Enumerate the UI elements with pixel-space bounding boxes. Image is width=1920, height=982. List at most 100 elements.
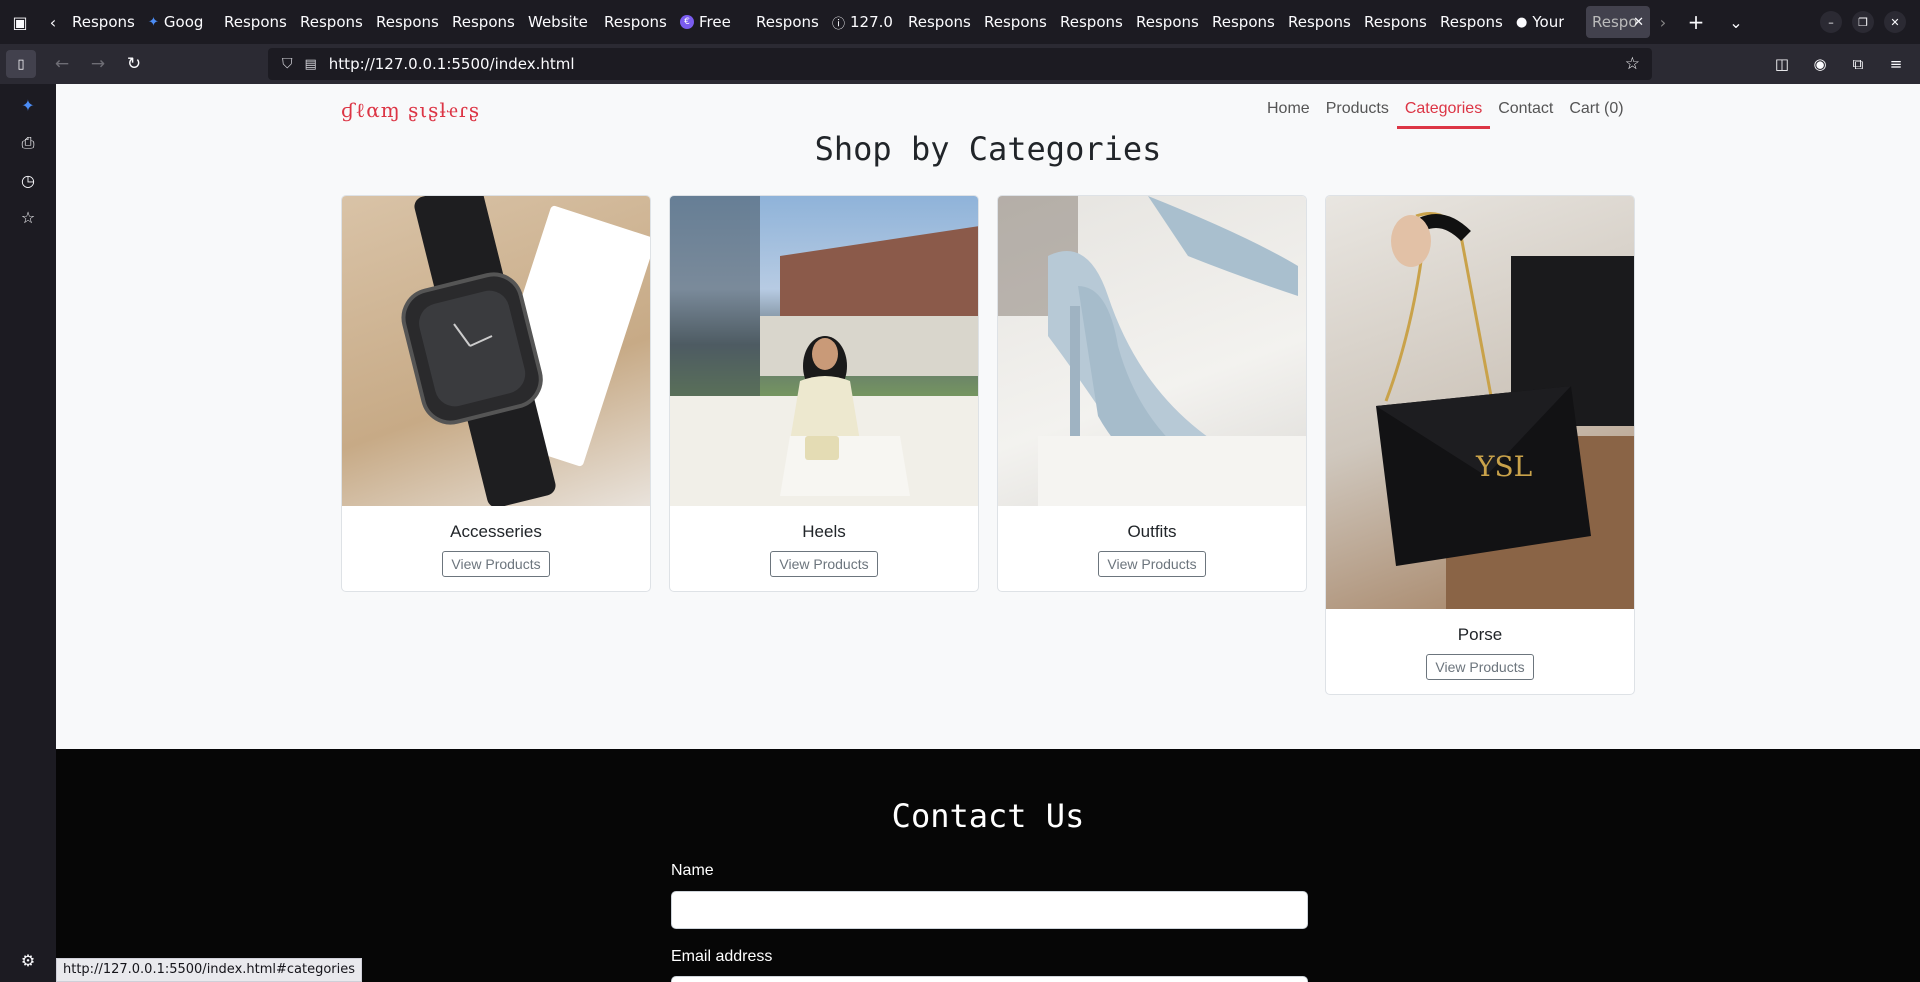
tab-label: Respo (1592, 13, 1638, 31)
back-icon[interactable]: ← (44, 48, 80, 80)
nav-products[interactable]: Products (1318, 94, 1397, 129)
pocket-icon[interactable]: ◫ (1770, 48, 1794, 80)
forward-icon[interactable]: → (80, 48, 116, 80)
tab-label: Respons (604, 13, 667, 31)
nav-home[interactable]: Home (1259, 94, 1318, 129)
url-bar[interactable]: ⛉ ▤ http://127.0.0.1:5500/index.html ☆ (268, 48, 1652, 80)
github-icon: ● (1516, 14, 1528, 30)
browser-tab[interactable]: Respons (446, 6, 522, 38)
browser-tab[interactable]: Respons (750, 6, 826, 38)
tab-label: Goog (163, 13, 204, 31)
info-icon: ⓘ (832, 16, 846, 32)
nav-cart[interactable]: Cart (0) (1561, 94, 1631, 129)
tab-label: Respons (72, 13, 135, 31)
page-viewport: ɠℓαɱ ʂιʂƚҽɾʂ Home Products Categories Co… (56, 84, 1920, 982)
category-name: Accesseries (450, 522, 542, 541)
browser-tabstrip: ▣ ‹ Respons ✦ Goog Respons Respons Respon… (0, 0, 1920, 44)
restore-icon[interactable]: ❐ (1852, 11, 1874, 33)
category-card-outfits: Outfits View Products (997, 195, 1307, 592)
history-icon[interactable]: ◷ (21, 171, 35, 190)
bookmark-star-icon[interactable]: ☆ (1625, 54, 1640, 74)
browser-tab[interactable]: Respons (1358, 6, 1434, 38)
page-info-icon[interactable]: ▤ (305, 57, 317, 72)
browser-tab-active[interactable]: Respo ✕ (1586, 6, 1650, 38)
shield-icon[interactable]: ⛉ (282, 56, 293, 72)
new-tab-icon[interactable]: + (1676, 0, 1716, 44)
browser-tab[interactable]: Respons (1434, 6, 1510, 38)
close-tab-icon[interactable]: ✕ (1633, 15, 1644, 30)
browser-tab[interactable]: Respons (598, 6, 674, 38)
category-card-heels: Heels View Products (669, 195, 979, 592)
gemini-icon: ✦ (148, 14, 159, 30)
tab-label: Respons (1136, 13, 1199, 31)
browser-tab[interactable]: Respons (1282, 6, 1358, 38)
extensions-icon[interactable]: ⧉ (1846, 48, 1870, 80)
browser-tab[interactable]: ⓘ 127.0 (826, 6, 902, 38)
woman-with-handbag-image (670, 196, 978, 506)
browser-tab[interactable]: Respons (66, 6, 142, 38)
tab-label: Respons (984, 13, 1047, 31)
scroll-tabs-left-icon[interactable]: ‹ (40, 0, 66, 44)
sidebar-toggle-icon[interactable]: ▯ (6, 50, 36, 78)
reload-icon[interactable]: ↻ (116, 48, 152, 80)
browser-tab[interactable]: Respons (978, 6, 1054, 38)
browser-tab[interactable]: Respons (370, 6, 446, 38)
ai-chatbot-icon[interactable]: ✦ (21, 96, 34, 115)
browser-tab[interactable]: Respons (218, 6, 294, 38)
synced-tabs-icon[interactable]: ⎙ (22, 133, 35, 153)
browser-tab[interactable]: ● Your (1510, 6, 1586, 38)
view-products-button[interactable]: View Products (1426, 654, 1534, 680)
browser-toolbar: ▯ ← → ↻ ⛉ ▤ http://127.0.0.1:5500/index.… (0, 44, 1920, 84)
contact-section: Contact Us Name Email address (56, 749, 1920, 982)
site-brand-logo[interactable]: ɠℓαɱ ʂιʂƚҽɾʂ (341, 98, 480, 123)
browser-tab[interactable]: Website (522, 6, 598, 38)
tab-label: Respons (1440, 13, 1503, 31)
settings-gear-icon[interactable]: ⚙ (21, 951, 35, 970)
category-cards: Accesseries View Products Heels View Pro… (341, 195, 1635, 695)
view-products-button[interactable]: View Products (1098, 551, 1206, 577)
categories-title: Shop by Categories (814, 130, 1162, 168)
black-chain-bag-image: YSL (1326, 196, 1634, 609)
svg-text:YSL: YSL (1475, 450, 1532, 483)
site-menu: Home Products Categories Contact Cart (0… (1259, 94, 1632, 129)
browser-tab[interactable]: Respons (294, 6, 370, 38)
tab-label: Respons (908, 13, 971, 31)
name-input[interactable] (671, 891, 1308, 929)
email-label: Email address (671, 948, 773, 965)
tab-label: Respons (1212, 13, 1275, 31)
minimize-icon[interactable]: – (1820, 11, 1842, 33)
category-name: Outfits (1127, 522, 1177, 541)
browser-tab[interactable]: ✦ Goog (142, 6, 218, 38)
tab-label: Respons (300, 13, 363, 31)
tab-overview-icon[interactable]: ▣ (0, 0, 40, 44)
tab-label: Respons (1364, 13, 1427, 31)
scroll-tabs-right-icon[interactable]: › (1650, 0, 1676, 44)
status-bar-link-preview: http://127.0.0.1:5500/index.html#categor… (56, 958, 363, 982)
category-name: Heels (802, 522, 846, 541)
close-window-icon[interactable]: ✕ (1884, 11, 1906, 33)
browser-tab[interactable]: € Free (674, 6, 750, 38)
free-icon: € (680, 15, 694, 29)
email-input[interactable] (671, 976, 1308, 982)
browser-tab[interactable]: Respons (1206, 6, 1282, 38)
watch-image (342, 196, 650, 506)
nav-categories[interactable]: Categories (1396, 94, 1491, 129)
browser-tab[interactable]: Respons (902, 6, 978, 38)
tab-label: Respons (452, 13, 515, 31)
browser-tab[interactable]: Respons (1054, 6, 1130, 38)
browser-tab[interactable]: Respons (1130, 6, 1206, 38)
view-products-button[interactable]: View Products (442, 551, 550, 577)
url-text[interactable]: http://127.0.0.1:5500/index.html (329, 55, 575, 73)
bookmarks-icon[interactable]: ☆ (21, 208, 35, 227)
tab-list: Respons ✦ Goog Respons Respons Respons Re… (66, 0, 1650, 44)
tab-label: Respons (1060, 13, 1123, 31)
tab-label: Respons (756, 13, 819, 31)
account-icon[interactable]: ◉ (1808, 48, 1832, 80)
category-name: Porse (1457, 625, 1503, 644)
nav-contact[interactable]: Contact (1490, 94, 1561, 129)
list-all-tabs-icon[interactable]: ⌄ (1716, 0, 1756, 44)
contact-title: Contact Us (891, 797, 1085, 835)
menu-icon[interactable]: ≡ (1884, 48, 1908, 80)
view-products-button[interactable]: View Products (770, 551, 878, 577)
tab-label: Your (1532, 13, 1565, 31)
